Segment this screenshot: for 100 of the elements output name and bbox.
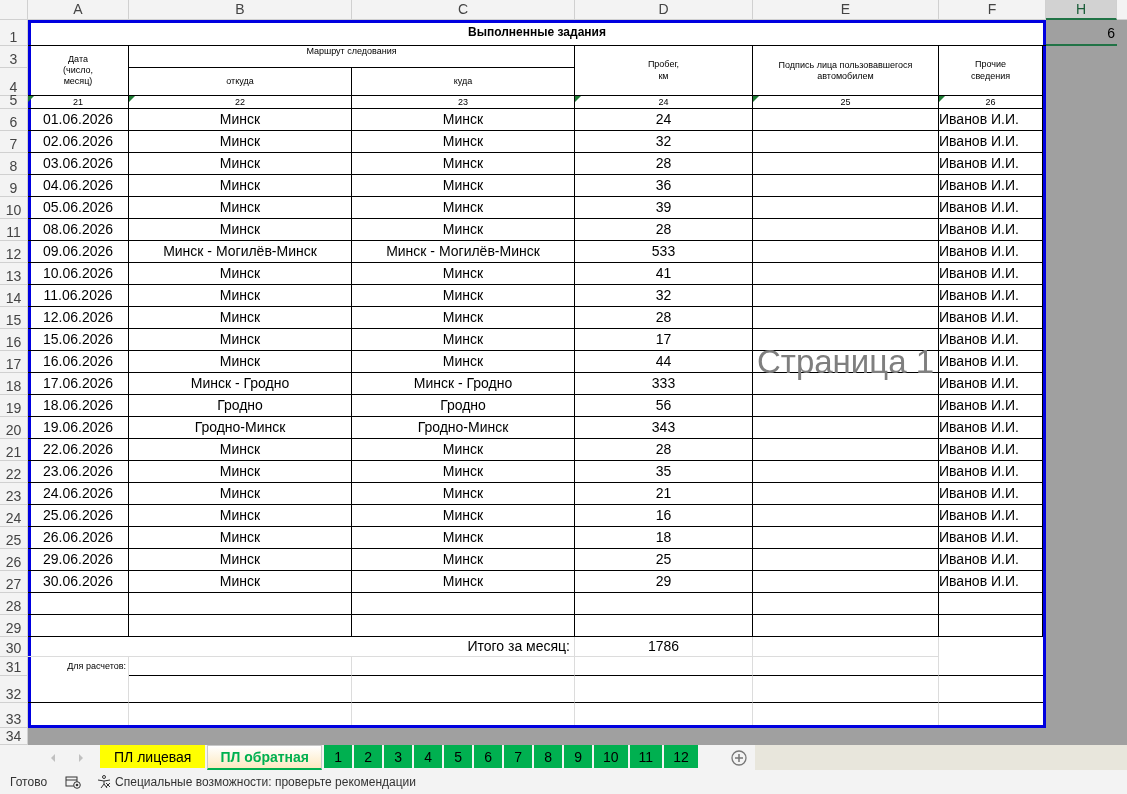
sheet-tab[interactable]: 7 [504, 745, 533, 768]
table-cell: 28 [655, 220, 672, 239]
row-header[interactable]: 6 [0, 109, 28, 131]
column-header[interactable]: A [28, 0, 129, 20]
table-cell: Иванов И.И. [939, 440, 1019, 459]
horizontal-scrollbar[interactable] [755, 745, 1127, 770]
add-sheet-icon[interactable] [731, 749, 747, 766]
row-header[interactable]: 29 [0, 615, 28, 637]
table-cell: Минск [219, 132, 261, 151]
column-header[interactable]: E [753, 0, 939, 20]
table-cell: Иванов И.И. [939, 506, 1019, 525]
table-cell: Иванов И.И. [939, 154, 1019, 173]
row-header[interactable]: 15 [0, 307, 28, 329]
table-cell: 05.06.2026 [42, 198, 114, 217]
sheet-tab[interactable]: ПЛ лицевая [100, 745, 206, 768]
row-header[interactable]: 26 [0, 549, 28, 571]
table-cell: Минск [219, 264, 261, 283]
column-heading: Подпись лица пользовавшегося автомобилем [778, 59, 913, 83]
table-cell: Гродно [440, 396, 486, 415]
table-cell: Иванов И.И. [939, 396, 1019, 415]
table-cell: 343 [651, 418, 676, 437]
table-cell: 17.06.2026 [42, 374, 114, 393]
column-heading: Дата (число, месяц) [62, 53, 94, 88]
sheet-tab[interactable]: 11 [629, 745, 663, 768]
table-cell: Минск [442, 572, 484, 591]
table-cell: Минск [442, 154, 484, 173]
sheet-tab[interactable]: 6 [474, 745, 503, 768]
row-header[interactable]: 17 [0, 351, 28, 373]
selected-cell[interactable]: 6 [1046, 20, 1117, 46]
table-cell: Иванов И.И. [939, 550, 1019, 569]
row-header[interactable]: 20 [0, 417, 28, 439]
row-header[interactable]: 16 [0, 329, 28, 351]
select-all-corner[interactable] [0, 0, 28, 20]
table-cell: Минск [442, 484, 484, 503]
table-cell: 39 [655, 198, 672, 217]
sheet-tab[interactable]: 12 [664, 745, 698, 768]
table-cell: Минск [442, 110, 484, 129]
table-cell: Минск [219, 462, 261, 481]
sheet-tab[interactable]: 8 [534, 745, 563, 768]
column-number: 21 [73, 97, 83, 107]
column-header[interactable]: B [129, 0, 352, 20]
column-header[interactable]: D [575, 0, 753, 20]
table-cell: 09.06.2026 [42, 242, 114, 261]
scroll-left-icon[interactable] [50, 753, 56, 762]
column-header[interactable]: F [939, 0, 1046, 20]
row-header[interactable]: 30 [0, 637, 28, 657]
row-header[interactable]: 14 [0, 285, 28, 307]
row-header[interactable]: 25 [0, 527, 28, 549]
row-header[interactable]: 11 [0, 219, 28, 241]
row-header[interactable]: 9 [0, 175, 28, 197]
table-cell: Гродно [217, 396, 263, 415]
sheet-tab[interactable]: 3 [384, 745, 413, 768]
row-header[interactable]: 13 [0, 263, 28, 285]
row-header[interactable]: 1 [0, 20, 28, 46]
column-heading: откуда [226, 75, 254, 88]
row-header[interactable]: 3 [0, 46, 28, 68]
column-heading: Прочие сведения [970, 59, 1011, 82]
sheet-tab[interactable]: 9 [564, 745, 593, 768]
table-cell: Минск [219, 440, 261, 459]
row-header[interactable]: 22 [0, 461, 28, 483]
row-header[interactable]: 33 [0, 703, 28, 728]
row-header[interactable]: 19 [0, 395, 28, 417]
macro-record-icon[interactable] [65, 775, 82, 789]
table-cell: Минск [219, 572, 261, 591]
total-value: 1786 [647, 637, 680, 656]
table-cell: Минск [219, 286, 261, 305]
sheet-tab[interactable]: 10 [594, 745, 628, 768]
row-header[interactable]: 4 [0, 68, 28, 96]
sheet-tab[interactable]: 1 [324, 745, 353, 768]
row-header[interactable]: 12 [0, 241, 28, 263]
table-cell: Минск [442, 330, 484, 349]
table-cell: Иванов И.И. [939, 220, 1019, 239]
table-cell: 10.06.2026 [42, 264, 114, 283]
table-cell: Минск [442, 198, 484, 217]
row-header[interactable]: 10 [0, 197, 28, 219]
row-header[interactable]: 18 [0, 373, 28, 395]
row-header[interactable]: 27 [0, 571, 28, 593]
table-cell: 23.06.2026 [42, 462, 114, 481]
accessibility-icon [97, 775, 112, 789]
column-header[interactable]: C [352, 0, 575, 20]
scroll-right-icon[interactable] [78, 753, 84, 762]
table-cell: Минск [442, 132, 484, 151]
row-header[interactable]: 5 [0, 96, 28, 109]
sheet-tab[interactable]: 5 [444, 745, 473, 768]
row-header[interactable]: 21 [0, 439, 28, 461]
sheet-tab[interactable]: 4 [414, 745, 443, 768]
row-header[interactable]: 7 [0, 131, 28, 153]
column-heading: Пробег, км [647, 59, 680, 82]
sheet-tab[interactable]: 2 [354, 745, 383, 768]
row-header[interactable]: 31 [0, 657, 28, 676]
row-header[interactable]: 23 [0, 483, 28, 505]
table-cell: 41 [655, 264, 672, 283]
row-header[interactable]: 28 [0, 593, 28, 615]
row-header[interactable]: 24 [0, 505, 28, 527]
table-cell: 22.06.2026 [42, 440, 114, 459]
row-header[interactable]: 8 [0, 153, 28, 175]
row-header[interactable]: 34 [0, 728, 28, 745]
column-header[interactable]: H [1046, 0, 1117, 20]
row-header[interactable]: 32 [0, 676, 28, 703]
table-cell: Иванов И.И. [939, 352, 1019, 371]
